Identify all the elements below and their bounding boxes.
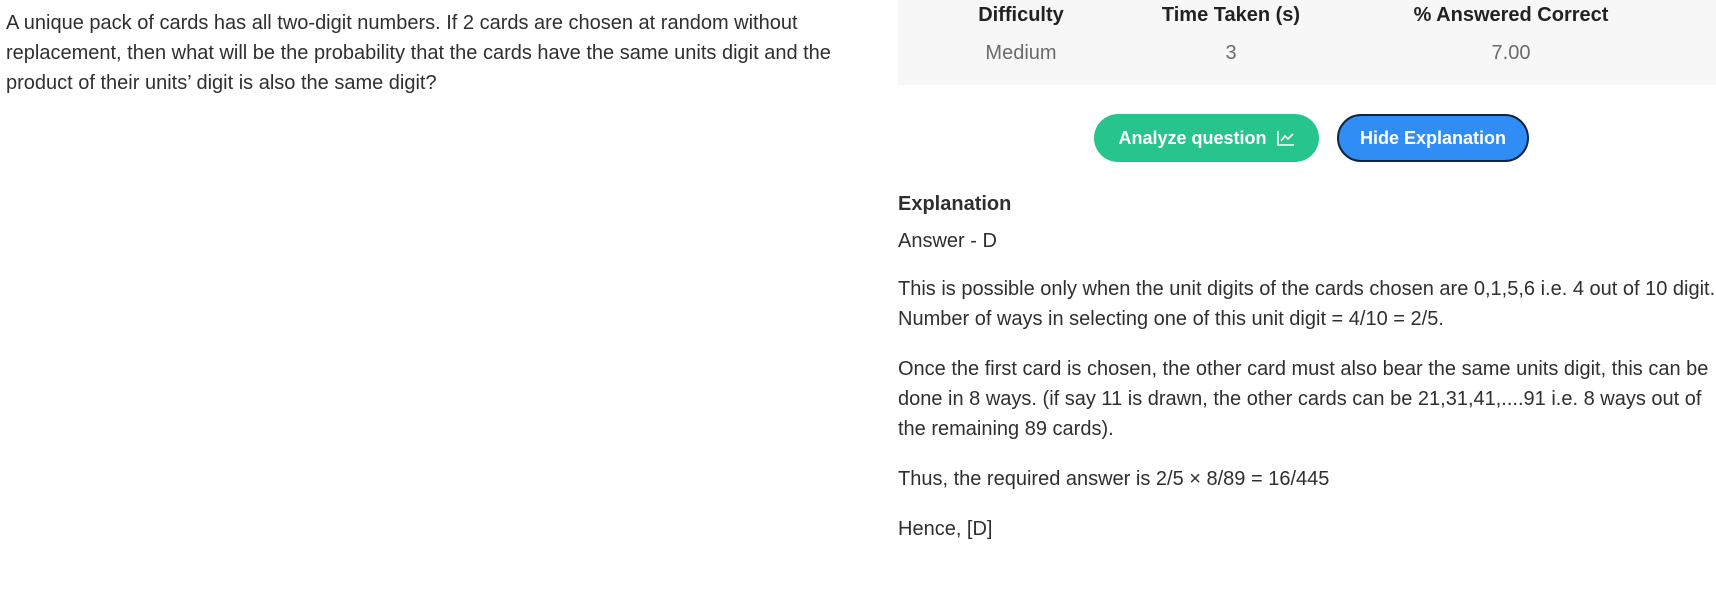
answered-correct-value: 7.00 <box>1491 42 1531 64</box>
right-panel: Difficulty Time Taken (s) % Answered Cor… <box>898 0 1716 540</box>
time-taken-label: Time Taken (s) <box>1161 4 1301 26</box>
time-taken-value: 3 <box>1225 42 1237 64</box>
difficulty-value: Medium <box>985 42 1057 64</box>
explanation-paragraph-1: This is possible only when the unit digi… <box>898 278 1716 330</box>
question-text: A unique pack of cards has all two-digit… <box>6 12 831 94</box>
explanation-paragraph-4: Hence, [D] <box>898 518 993 540</box>
explanation-section: Explanation Answer - D This is possible … <box>898 190 1716 544</box>
explanation-paragraph-3: Thus, the required answer is 2/5 × 8/89 … <box>898 468 1330 490</box>
difficulty-label: Difficulty <box>978 4 1064 26</box>
explanation-paragraph-2: Once the first card is chosen, the other… <box>898 358 1709 440</box>
explanation-heading: Explanation <box>898 193 1012 215</box>
chart-icon <box>1276 131 1294 146</box>
hide-explanation-button[interactable]: Hide Explanation <box>1337 114 1529 162</box>
analyze-question-button[interactable]: Analyze question <box>1094 114 1319 162</box>
answer-line: Answer - D <box>898 230 997 252</box>
stats-panel: Difficulty Time Taken (s) % Answered Cor… <box>898 0 1716 85</box>
analyze-question-label: Analyze question <box>1118 127 1267 148</box>
answered-correct-label: % Answered Correct <box>1413 4 1609 26</box>
